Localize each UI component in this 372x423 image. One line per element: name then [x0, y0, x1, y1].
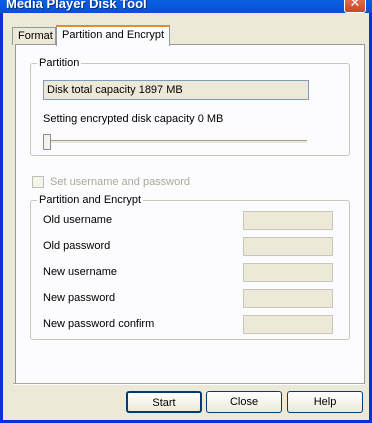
- new-password-input[interactable]: [243, 289, 333, 308]
- close-button-label: Close: [229, 396, 259, 408]
- start-button[interactable]: Start: [126, 391, 202, 413]
- old-password-input[interactable]: [243, 237, 333, 256]
- tab-format-label: Format: [18, 30, 53, 42]
- capacity-slider-track[interactable]: [43, 140, 307, 144]
- tab-format[interactable]: Format: [12, 27, 56, 45]
- disk-capacity-field: Disk total capacity 1897 MB: [43, 80, 309, 100]
- window-title: Media Player Disk Tool: [6, 0, 147, 11]
- tab-panel: Partition Disk total capacity 1897 MB Se…: [15, 44, 365, 384]
- capacity-slider-thumb[interactable]: [43, 134, 51, 150]
- set-credentials-label: Set username and password: [50, 176, 191, 188]
- partition-group-title: Partition: [37, 56, 82, 70]
- old-username-label: Old username: [43, 214, 113, 226]
- old-password-label: Old password: [43, 240, 111, 252]
- close-button[interactable]: Close: [206, 391, 282, 413]
- encrypted-capacity-label: Setting encrypted disk capacity 0 MB: [43, 113, 224, 125]
- partition-group: Partition Disk total capacity 1897 MB Se…: [30, 56, 350, 156]
- disk-capacity-text: Disk total capacity 1897 MB: [47, 84, 183, 96]
- start-button-label: Start: [152, 397, 176, 409]
- encrypt-group: Partition and Encrypt Old username Old p…: [30, 193, 350, 340]
- new-username-label: New username: [43, 266, 117, 278]
- tab-partition-and-encrypt[interactable]: Partition and Encrypt: [56, 25, 170, 46]
- button-divider: [13, 383, 365, 385]
- new-password-label: New password: [43, 292, 116, 304]
- encrypt-group-title: Partition and Encrypt: [37, 193, 144, 207]
- dialog-window: Media Player Disk Tool ✕ Format Partitio…: [0, 0, 372, 423]
- title-bar[interactable]: Media Player Disk Tool ✕: [0, 0, 372, 13]
- close-window-button[interactable]: ✕: [344, 0, 366, 13]
- old-username-input[interactable]: [243, 211, 333, 230]
- new-password-confirm-input[interactable]: [243, 315, 333, 334]
- set-credentials-checkbox[interactable]: [32, 176, 44, 188]
- help-button-label: Help: [313, 396, 337, 408]
- new-username-input[interactable]: [243, 263, 333, 282]
- tab-partition-label: Partition and Encrypt: [62, 29, 165, 41]
- set-credentials-row: Set username and password: [32, 175, 190, 189]
- new-password-confirm-label: New password confirm: [43, 318, 155, 330]
- close-icon: ✕: [349, 0, 361, 11]
- help-button[interactable]: Help: [287, 391, 363, 413]
